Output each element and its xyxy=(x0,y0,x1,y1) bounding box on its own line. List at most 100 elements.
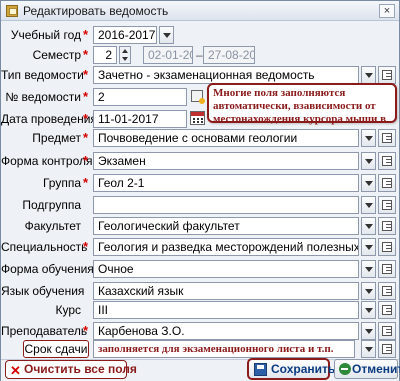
required-star-icon: * xyxy=(83,239,89,254)
semester-date-to: 27-08-2017 xyxy=(203,46,255,64)
required-star-icon: * xyxy=(83,130,89,145)
teacher-list-button[interactable] xyxy=(378,322,396,340)
list-icon xyxy=(382,344,392,354)
list-icon xyxy=(382,264,392,274)
date-input[interactable]: 11-01-2017 xyxy=(93,110,187,128)
required-star-icon: * xyxy=(83,153,89,168)
group-list-button[interactable] xyxy=(378,174,396,192)
app-icon xyxy=(6,4,18,17)
sheet-type-select[interactable]: Зачетно - экзаменационная ведомость xyxy=(93,66,359,84)
group-select[interactable]: Геол 2-1 xyxy=(93,174,359,192)
required-star-icon: * xyxy=(83,111,89,126)
clear-all-button[interactable]: ✕ Очистить все поля xyxy=(5,360,137,379)
required-star-icon: * xyxy=(83,47,89,62)
clear-x-icon: ✕ xyxy=(10,363,21,378)
group-label: Группа xyxy=(42,176,81,190)
subject-select[interactable]: Почвоведение с основами геологии xyxy=(93,129,359,147)
list-icon xyxy=(382,286,392,296)
list-icon xyxy=(382,178,392,188)
calendar-icon[interactable] xyxy=(190,111,205,125)
course-label: Курс xyxy=(55,303,81,317)
specialty-select[interactable]: Геология и разведка месторождений полезн… xyxy=(93,238,359,256)
subgroup-select[interactable] xyxy=(93,196,359,214)
control-form-select[interactable]: Экзамен xyxy=(93,152,359,170)
list-icon xyxy=(382,242,392,252)
faculty-select[interactable]: Геологический факультет xyxy=(93,217,359,235)
faculty-list-button[interactable] xyxy=(378,217,396,235)
list-icon xyxy=(382,156,392,166)
year-select[interactable]: 2016-2017 xyxy=(93,26,157,44)
language-chevron-down-icon[interactable] xyxy=(361,282,376,300)
study-form-select[interactable]: Очное xyxy=(93,260,359,278)
faculty-chevron-down-icon[interactable] xyxy=(361,217,376,235)
deadline-chevron-down-icon[interactable] xyxy=(361,340,376,358)
control-form-chevron-down-icon[interactable] xyxy=(361,152,376,170)
date-separator: – xyxy=(196,48,203,62)
subject-list-button[interactable] xyxy=(378,129,396,147)
sheet-type-chevron-down-icon[interactable] xyxy=(361,66,376,84)
subgroup-label: Подгруппа xyxy=(22,198,81,212)
teacher-chevron-down-icon[interactable] xyxy=(361,322,376,340)
deadline-input[interactable]: заполняется для экзаменационного листа и… xyxy=(93,340,355,358)
study-form-list-button[interactable] xyxy=(378,260,396,278)
subgroup-chevron-down-icon[interactable] xyxy=(361,196,376,214)
list-icon xyxy=(382,326,392,336)
required-star-icon: * xyxy=(83,89,89,104)
teacher-label: Преподаватель xyxy=(1,324,88,338)
study-form-chevron-down-icon[interactable] xyxy=(361,260,376,278)
title-bar: Редактировать ведомость × xyxy=(1,1,399,21)
course-select[interactable]: III xyxy=(93,301,359,319)
cancel-icon xyxy=(339,363,351,375)
list-icon xyxy=(382,200,392,210)
deadline-label: Срок сдачи xyxy=(23,340,89,358)
sheet-no-input[interactable]: 2 xyxy=(93,88,187,106)
faculty-label: Факультет xyxy=(24,219,81,233)
teacher-select[interactable]: Карбенова З.О. xyxy=(93,322,359,340)
semester-date-from: 02-01-2017 xyxy=(143,46,193,64)
required-star-icon: * xyxy=(83,323,89,338)
subgroup-list-button[interactable] xyxy=(378,196,396,214)
save-button[interactable]: Сохранить xyxy=(247,358,335,380)
specialty-list-button[interactable] xyxy=(378,238,396,256)
language-label: Язык обучения xyxy=(1,284,85,298)
floppy-disk-icon xyxy=(254,363,267,376)
list-icon xyxy=(382,133,392,143)
semester-input[interactable]: 2 xyxy=(93,46,117,64)
date-label: Дата проведения xyxy=(1,112,97,126)
specialty-label: Специальность xyxy=(1,240,88,254)
close-button[interactable]: × xyxy=(379,4,395,18)
sheet-no-label: № ведомости xyxy=(5,90,81,104)
cancel-button[interactable]: Отменить xyxy=(334,359,400,379)
dialog-window: Редактировать ведомость × Учебный год * … xyxy=(0,0,400,381)
study-form-label: Форма обучения xyxy=(1,262,94,276)
year-label: Учебный год xyxy=(10,28,81,42)
autofill-callout: Многие поля заполняются автоматически, в… xyxy=(207,83,397,138)
year-dropdown-chevron-down-icon[interactable] xyxy=(159,26,174,44)
group-chevron-down-icon[interactable] xyxy=(361,174,376,192)
subject-chevron-down-icon[interactable] xyxy=(361,129,376,147)
cancel-label: Отменить xyxy=(352,362,400,376)
generate-number-icon[interactable] xyxy=(191,90,205,104)
required-star-icon: * xyxy=(83,67,89,82)
specialty-chevron-down-icon[interactable] xyxy=(361,238,376,256)
language-list-button[interactable] xyxy=(378,282,396,300)
semester-spinner-icon[interactable] xyxy=(119,46,131,64)
control-form-list-button[interactable] xyxy=(378,152,396,170)
list-icon xyxy=(382,305,392,315)
language-select[interactable]: Казахский язык xyxy=(93,282,359,300)
course-chevron-down-icon[interactable] xyxy=(361,301,376,319)
required-star-icon: * xyxy=(83,27,89,42)
required-star-icon: * xyxy=(83,175,89,190)
sheet-type-list-button[interactable] xyxy=(378,66,396,84)
clear-all-label: Очистить все поля xyxy=(24,362,137,376)
course-list-button[interactable] xyxy=(378,301,396,319)
window-title: Редактировать ведомость xyxy=(23,3,169,18)
list-icon xyxy=(382,221,392,231)
subject-label: Предмет xyxy=(32,131,81,145)
control-form-label: Форма контроля xyxy=(1,154,93,168)
save-label: Сохранить xyxy=(271,362,336,376)
deadline-list-button[interactable] xyxy=(378,340,396,358)
list-icon xyxy=(382,70,392,80)
semester-label: Семестр xyxy=(32,48,81,62)
sheet-type-label: Тип ведомости xyxy=(1,68,84,82)
